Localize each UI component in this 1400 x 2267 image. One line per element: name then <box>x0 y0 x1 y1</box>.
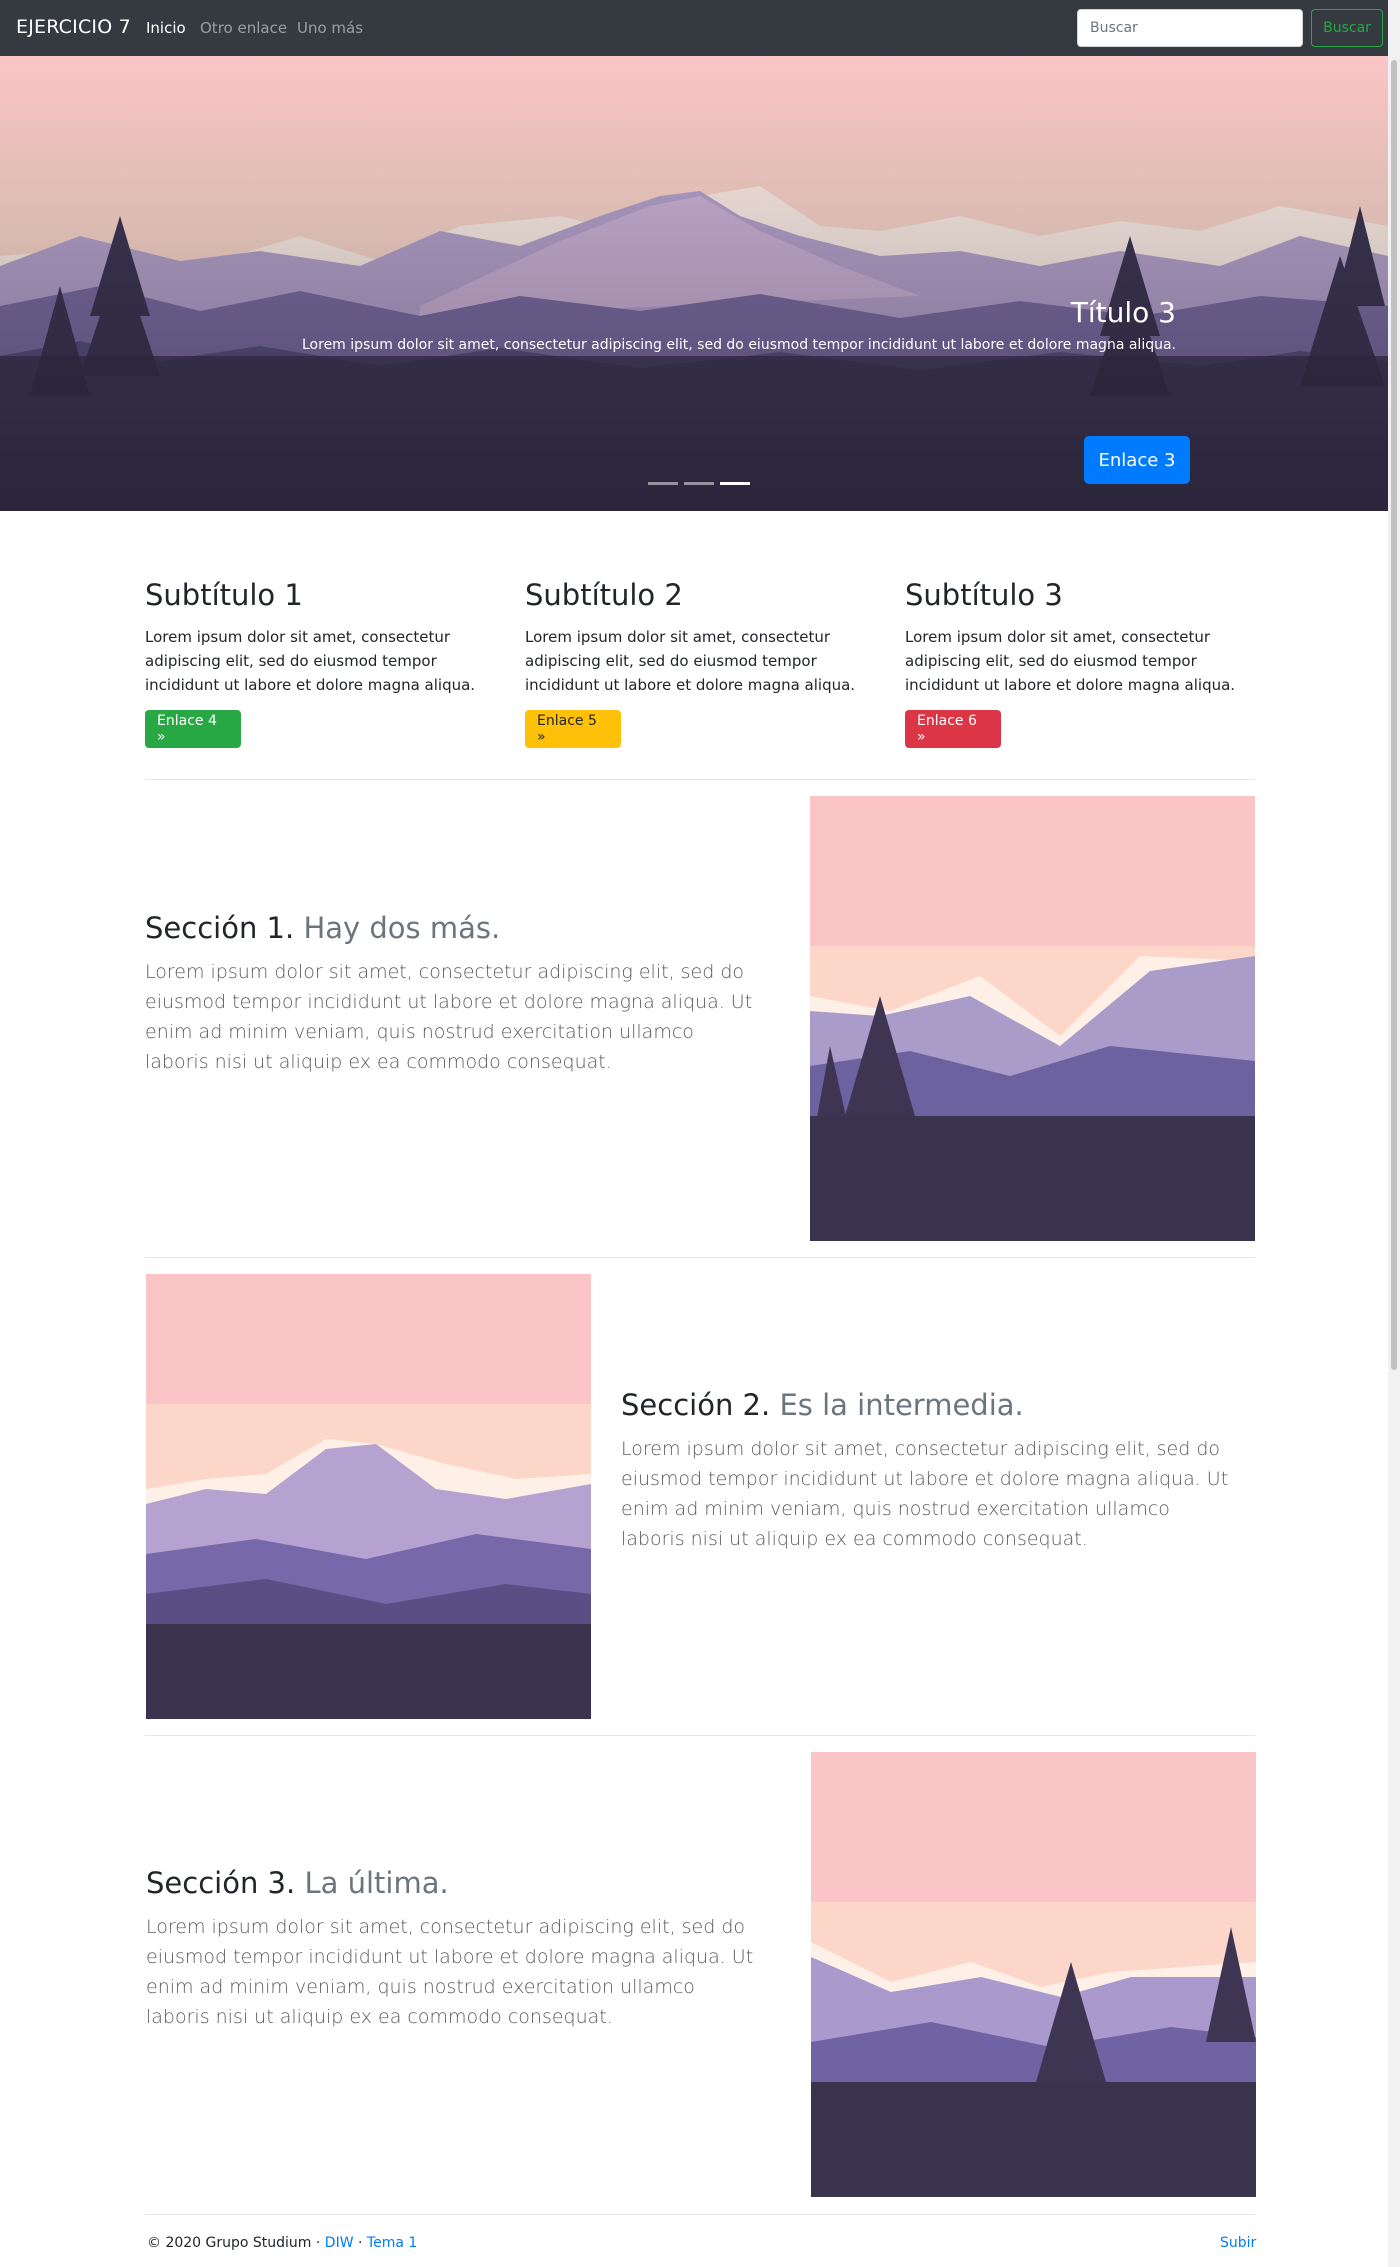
carousel-text: Lorem ipsum dolor sit amet, consectetur … <box>302 337 1176 353</box>
section-2-heading: Sección 2. Es la intermedia. <box>621 1388 1024 1422</box>
navbar: EJERCICIO 7 Inicio Otro enlace Uno más B… <box>0 0 1388 56</box>
column-3-text: Lorem ipsum dolor sit amet, consectetur … <box>905 628 1236 694</box>
carousel: Título 3 Lorem ipsum dolor sit amet, con… <box>0 56 1388 511</box>
section-3-text: Lorem ipsum dolor sit amet, consectetur … <box>146 1916 754 2028</box>
section-3-image <box>811 1752 1256 2197</box>
column-1-text: Lorem ipsum dolor sit amet, consectetur … <box>145 628 476 694</box>
section-3-heading-muted: La última. <box>304 1866 449 1900</box>
column-1-button[interactable]: Enlace 4 » <box>145 710 241 748</box>
divider <box>145 779 1255 780</box>
divider <box>145 1735 1255 1736</box>
footer-link-diw[interactable]: DIW <box>325 2235 354 2251</box>
back-to-top-link[interactable]: Subir <box>1220 2235 1256 2251</box>
section-1-image <box>810 796 1255 1241</box>
nav-link-otro-enlace[interactable]: Otro enlace <box>200 19 287 37</box>
section-3-heading-main: Sección 3. <box>146 1866 296 1900</box>
column-3-title: Subtítulo 3 <box>905 578 1063 612</box>
nav-link-inicio[interactable]: Inicio <box>146 19 186 37</box>
footer-link-tema-1[interactable]: Tema 1 <box>367 2235 417 2251</box>
section-2-image <box>146 1274 591 1719</box>
carousel-indicator-3[interactable] <box>720 482 750 485</box>
carousel-indicator-2[interactable] <box>684 482 714 485</box>
scrollbar-thumb[interactable] <box>1391 60 1397 1370</box>
footer-copyright-text: © 2020 Grupo Studium · <box>147 2235 325 2251</box>
section-1-heading-main: Sección 1. <box>145 911 295 945</box>
footer-separator: · <box>353 2235 367 2251</box>
column-2-title: Subtítulo 2 <box>525 578 683 612</box>
search-input[interactable] <box>1077 9 1303 47</box>
section-1-text: Lorem ipsum dolor sit amet, consectetur … <box>145 961 753 1073</box>
column-3-button[interactable]: Enlace 6 » <box>905 710 1001 748</box>
carousel-title: Título 3 <box>1070 296 1176 329</box>
divider <box>145 2214 1255 2215</box>
section-3-heading: Sección 3. La última. <box>146 1866 449 1900</box>
search-button[interactable]: Buscar <box>1311 9 1383 47</box>
carousel-caption: Título 3 Lorem ipsum dolor sit amet, con… <box>302 296 1176 353</box>
section-1-heading-muted: Hay dos más. <box>303 911 501 945</box>
section-2-text: Lorem ipsum dolor sit amet, consectetur … <box>621 1438 1229 1550</box>
section-1-heading: Sección 1. Hay dos más. <box>145 911 500 945</box>
column-2-button[interactable]: Enlace 5 » <box>525 710 621 748</box>
carousel-button-enlace-3[interactable]: Enlace 3 <box>1084 436 1190 484</box>
brand-link[interactable]: EJERCICIO 7 <box>16 16 131 38</box>
nav-link-uno-mas[interactable]: Uno más <box>297 19 363 37</box>
column-1-title: Subtítulo 1 <box>145 578 303 612</box>
section-2-heading-muted: Es la intermedia. <box>779 1388 1024 1422</box>
section-2-heading-main: Sección 2. <box>621 1388 771 1422</box>
footer-copyright: © 2020 Grupo Studium · DIW · Tema 1 <box>147 2235 417 2251</box>
carousel-indicator-1[interactable] <box>648 482 678 485</box>
page-scrollbar[interactable] <box>1388 0 1400 2267</box>
divider <box>145 1257 1255 1258</box>
column-2-text: Lorem ipsum dolor sit amet, consectetur … <box>525 628 856 694</box>
